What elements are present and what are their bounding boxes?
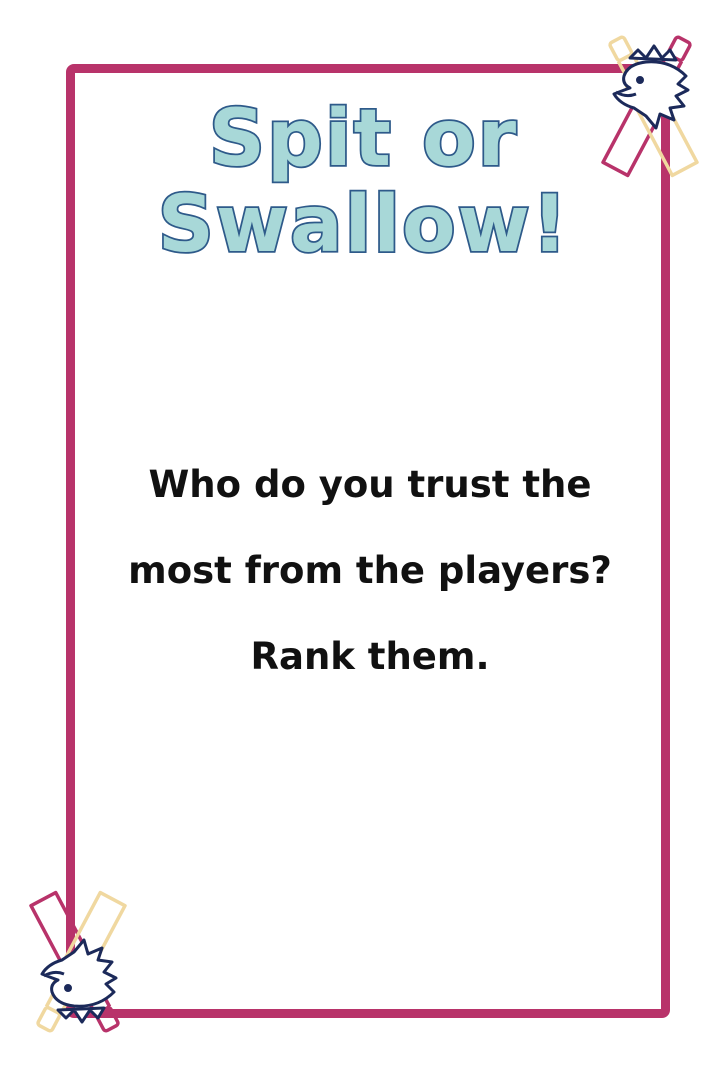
prompt-line-1: Who do you trust the [148,463,592,506]
prompt-line-3: Rank them. [250,635,490,678]
prompt-line-2: most from the players? [128,549,612,592]
crossed-bottles-eagle-icon [29,890,127,1033]
card-title-line-2: Swallow! [156,180,570,270]
crossed-bottles-eagle-icon [601,35,699,178]
